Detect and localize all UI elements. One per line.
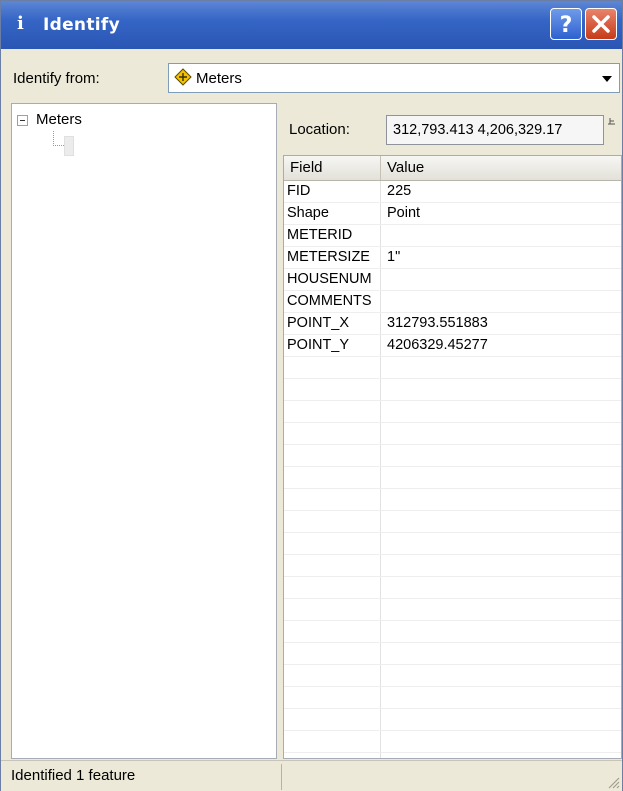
table-row[interactable] (284, 731, 621, 753)
close-x-icon (592, 15, 610, 33)
chevron-down-icon[interactable] (597, 66, 617, 90)
location-label: Location: (289, 121, 350, 138)
table-row[interactable] (284, 445, 621, 467)
field-cell: FID (287, 183, 311, 199)
svg-text:?: ? (560, 13, 573, 38)
field-cell: POINT_Y (287, 337, 350, 353)
field-cell: POINT_X (287, 315, 350, 331)
table-row[interactable] (284, 555, 621, 577)
table-row[interactable] (284, 467, 621, 489)
status-text: Identified 1 feature (11, 767, 136, 784)
location-field[interactable]: 312,793.413 4,206,329.17 (386, 115, 604, 145)
table-row[interactable] (284, 489, 621, 511)
close-button[interactable] (585, 8, 617, 40)
table-row[interactable] (284, 687, 621, 709)
status-bar: Identified 1 feature (1, 760, 622, 791)
table-row[interactable] (284, 401, 621, 423)
field-cell: HOUSENUM (287, 271, 372, 287)
tree-child-item[interactable] (64, 136, 74, 156)
value-cell: 225 (387, 183, 412, 199)
table-row[interactable]: POINT_Y 4206329.45277 (284, 335, 621, 357)
tree-root-item[interactable]: Meters (36, 110, 82, 130)
value-cell: 312793.551883 (387, 315, 488, 331)
table-body: FID 225 Shape Point METERID METERSIZE 1" HOUSEN… (284, 181, 621, 758)
info-icon: i (17, 13, 24, 34)
attributes-panel: Location: 312,793.413 4,206,329.17 Field… (279, 103, 622, 759)
title-bar[interactable]: i Identify ? (1, 1, 622, 49)
feature-tree[interactable]: Meters (11, 103, 277, 759)
layer-diamond-icon (174, 68, 192, 86)
table-row[interactable] (284, 379, 621, 401)
table-row[interactable] (284, 621, 621, 643)
value-cell: Point (387, 205, 421, 221)
field-cell: COMMENTS (287, 293, 372, 309)
column-header-value[interactable]: Value (381, 156, 621, 180)
question-mark-icon: ? (560, 13, 573, 38)
table-header: Field Value (284, 156, 621, 181)
pin-icon[interactable] (607, 117, 617, 127)
column-header-field[interactable]: Field (284, 156, 381, 180)
field-cell: Shape (287, 205, 329, 221)
table-row[interactable]: FID 225 (284, 181, 621, 203)
table-row[interactable]: METERSIZE 1" (284, 247, 621, 269)
resize-grip-icon[interactable] (606, 775, 620, 789)
identify-window: i Identify ? Identify from: Meters Meter… (0, 0, 623, 791)
identify-from-value: Meters (196, 70, 242, 87)
table-row[interactable] (284, 357, 621, 379)
tree-connector-line (53, 131, 64, 146)
table-row[interactable] (284, 577, 621, 599)
table-row[interactable] (284, 533, 621, 555)
table-row[interactable]: POINT_X 312793.551883 (284, 313, 621, 335)
help-button[interactable]: ? (550, 8, 582, 40)
table-row[interactable] (284, 665, 621, 687)
window-title: Identify (43, 15, 120, 35)
status-divider (281, 764, 282, 790)
table-row[interactable]: COMMENTS (284, 291, 621, 313)
collapse-toggle[interactable] (17, 115, 28, 126)
table-row[interactable]: Shape Point (284, 203, 621, 225)
field-cell: METERID (287, 227, 353, 243)
table-row[interactable] (284, 423, 621, 445)
identify-from-dropdown[interactable]: Meters (168, 63, 620, 93)
table-row[interactable] (284, 709, 621, 731)
value-cell: 1" (387, 249, 401, 265)
field-cell: METERSIZE (287, 249, 370, 265)
attribute-table[interactable]: Field Value FID 225 Shape Point METERID METER… (283, 155, 622, 759)
table-row[interactable] (284, 599, 621, 621)
identify-from-label: Identify from: (13, 70, 100, 87)
table-row[interactable] (284, 643, 621, 665)
value-cell: 4206329.45277 (387, 337, 488, 353)
table-row[interactable]: HOUSENUM (284, 269, 621, 291)
table-row[interactable] (284, 511, 621, 533)
table-row[interactable]: METERID (284, 225, 621, 247)
